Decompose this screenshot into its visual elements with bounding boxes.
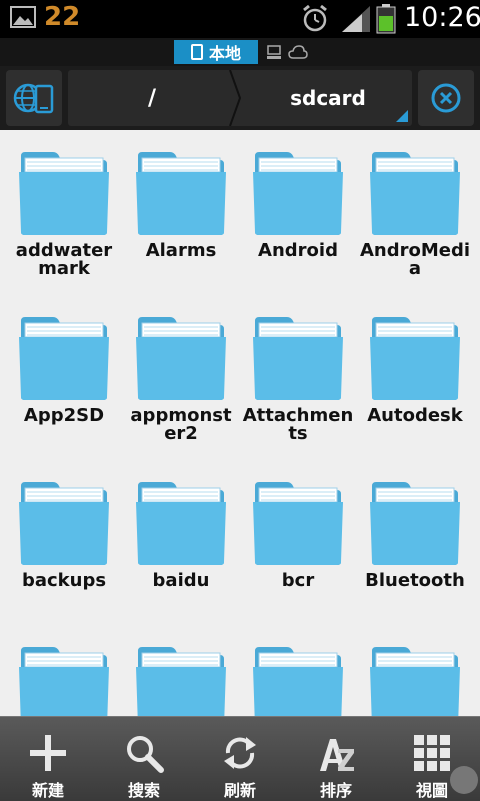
new-button[interactable]: 新建 bbox=[0, 717, 96, 801]
battery-icon bbox=[376, 4, 396, 34]
sort-az-icon bbox=[320, 739, 354, 771]
breadcrumb: / sdcard bbox=[68, 70, 412, 126]
phone-icon bbox=[190, 44, 203, 60]
breadcrumb-root[interactable]: / bbox=[68, 70, 236, 126]
folder-name: Android bbox=[258, 240, 338, 261]
view-label: 視圖 bbox=[415, 781, 448, 800]
folder-item[interactable]: AndroMedia bbox=[357, 130, 473, 290]
search-label: 搜索 bbox=[127, 781, 160, 800]
breadcrumb-separator-icon bbox=[229, 70, 242, 126]
folder-item[interactable]: App2SD bbox=[6, 295, 122, 455]
globe-device-icon bbox=[13, 83, 54, 114]
folder-icon bbox=[136, 317, 226, 400]
folder-icon bbox=[19, 647, 109, 716]
folder-item[interactable]: baidu bbox=[123, 460, 239, 620]
folder-item[interactable]: Autodesk bbox=[357, 295, 473, 455]
folder-item[interactable]: bcr bbox=[240, 460, 356, 620]
folder-icon bbox=[370, 317, 460, 400]
close-icon bbox=[431, 83, 461, 113]
folder-icon bbox=[370, 482, 460, 565]
status-bar: 22 10:26 bbox=[0, 0, 480, 38]
folder-name: Attachments bbox=[242, 405, 354, 444]
folder-icon bbox=[19, 152, 109, 235]
folder-icon bbox=[19, 317, 109, 400]
folder-name: Alarms bbox=[145, 240, 217, 261]
folder-icon bbox=[136, 482, 226, 565]
window-tab-strip: 本地 bbox=[0, 38, 480, 66]
folder-item[interactable]: appmonster2 bbox=[123, 295, 239, 455]
folder-icon bbox=[370, 152, 460, 235]
sort-button[interactable]: 排序 bbox=[288, 717, 384, 801]
signal-icon bbox=[342, 6, 370, 32]
search-button[interactable]: 搜索 bbox=[96, 717, 192, 801]
folder-name: Autodesk bbox=[367, 405, 463, 426]
grid-view-icon bbox=[414, 735, 450, 771]
folder-name: Bluetooth bbox=[365, 570, 465, 591]
alarm-icon bbox=[303, 4, 327, 32]
folder-icon bbox=[19, 482, 109, 565]
folder-icon bbox=[253, 482, 343, 565]
folder-name: App2SD bbox=[23, 405, 105, 426]
clock: 10:26 bbox=[404, 2, 480, 33]
folder-item[interactable]: Bluetooth bbox=[357, 460, 473, 620]
bottom-toolbar: 新建 搜索 刷新 排序 視圖 bbox=[0, 716, 480, 801]
folder-item[interactable]: addwatermark bbox=[6, 130, 122, 290]
refresh-button[interactable]: 刷新 bbox=[192, 717, 288, 801]
tab-local-label: 本地 bbox=[208, 44, 241, 63]
folder-icon bbox=[136, 647, 226, 716]
folder-icon bbox=[253, 647, 343, 716]
breadcrumb-current[interactable]: sdcard bbox=[244, 70, 412, 126]
folder-item[interactable] bbox=[357, 625, 473, 716]
folder-name: addwatermark bbox=[15, 240, 113, 279]
location-button[interactable] bbox=[6, 70, 62, 126]
folder-item[interactable] bbox=[123, 625, 239, 716]
folder-icon bbox=[136, 152, 226, 235]
notification-count: 22 bbox=[44, 2, 81, 32]
plus-icon bbox=[30, 735, 66, 771]
floating-indicator[interactable] bbox=[450, 766, 478, 794]
folder-icon bbox=[253, 317, 343, 400]
image-notification-icon bbox=[10, 6, 36, 28]
dropdown-corner-icon[interactable] bbox=[396, 110, 408, 122]
refresh-label: 刷新 bbox=[223, 781, 256, 800]
folder-item[interactable]: backups bbox=[6, 460, 122, 620]
search-icon bbox=[127, 736, 164, 773]
folder-name: AndroMedia bbox=[359, 240, 471, 279]
refresh-icon bbox=[224, 737, 256, 769]
folder-item[interactable] bbox=[6, 625, 122, 716]
folder-item[interactable]: Android bbox=[240, 130, 356, 290]
path-bar: / sdcard bbox=[0, 66, 480, 130]
new-label: 新建 bbox=[31, 781, 64, 800]
sort-label: 排序 bbox=[319, 781, 352, 800]
folder-item[interactable]: Alarms bbox=[123, 130, 239, 290]
cloud-icon[interactable] bbox=[288, 44, 308, 60]
folder-name: backups bbox=[21, 570, 107, 591]
network-icon[interactable] bbox=[266, 44, 282, 60]
folder-item[interactable] bbox=[240, 625, 356, 716]
folder-name: baidu bbox=[152, 570, 210, 591]
close-window-button[interactable] bbox=[418, 70, 474, 126]
folder-name: appmonster2 bbox=[130, 405, 232, 444]
folder-name: bcr bbox=[281, 570, 315, 591]
file-grid: addwatermark Alarms Android AndroMedia A… bbox=[0, 130, 480, 716]
tab-local[interactable]: 本地 bbox=[174, 40, 258, 64]
folder-item[interactable]: Attachments bbox=[240, 295, 356, 455]
folder-icon bbox=[253, 152, 343, 235]
folder-icon bbox=[370, 647, 460, 716]
